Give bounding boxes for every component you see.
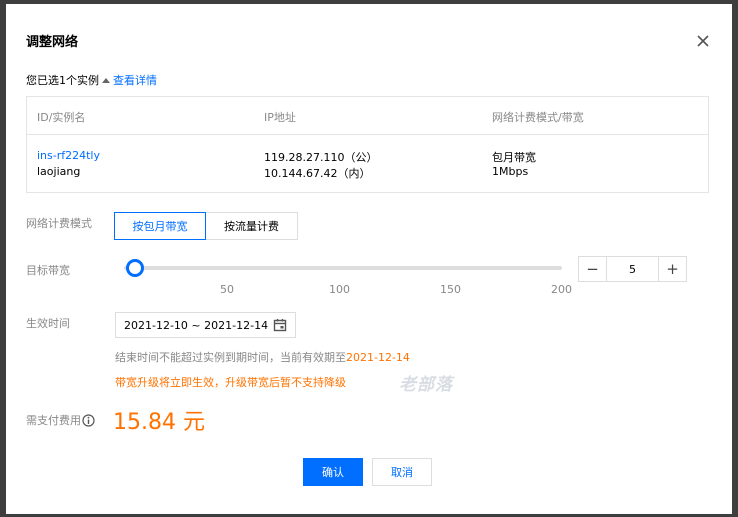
billing-mode-toggle: 按包月带宽 按流量计费 bbox=[114, 212, 298, 240]
private-ip: 10.144.67.42（内） bbox=[264, 167, 371, 180]
option-monthly-bandwidth[interactable]: 按包月带宽 bbox=[114, 212, 206, 240]
current-bandwidth: 1Mbps bbox=[492, 165, 529, 178]
increment-button[interactable]: + bbox=[659, 257, 686, 281]
slider-track[interactable] bbox=[124, 266, 562, 270]
fee-label: 需支付费用 bbox=[26, 412, 95, 428]
table-row: ins-rf224tly laojiang 119.28.27.110（公） 1… bbox=[27, 135, 708, 193]
table-header: ID/实例名 IP地址 网络计费模式/带宽 bbox=[27, 97, 708, 135]
expiry-note: 结束时间不能超过实例到期时间，当前有效期至2021-12-14 bbox=[115, 349, 410, 365]
dialog-title: 调整网络 bbox=[26, 35, 79, 50]
info-icon[interactable] bbox=[82, 413, 95, 427]
fee-label-text: 需支付费用 bbox=[26, 414, 81, 427]
expiry-date: 2021-12-14 bbox=[346, 351, 410, 364]
tick-200: 200 bbox=[551, 283, 572, 296]
bandwidth-slider[interactable] bbox=[124, 259, 562, 277]
decrement-button[interactable]: − bbox=[579, 257, 606, 281]
fee-amount: 15.84 元 bbox=[113, 410, 205, 435]
selected-count: 您已选1个实例 查看详情 bbox=[26, 72, 157, 88]
cancel-button[interactable]: 取消 bbox=[372, 458, 432, 486]
bandwidth-stepper: − 5 + bbox=[578, 256, 687, 282]
billing-mode-label: 网络计费模式 bbox=[26, 217, 92, 230]
billing-mode: 包月带宽 bbox=[492, 151, 536, 164]
effective-time-label: 生效时间 bbox=[26, 317, 70, 330]
tick-100: 100 bbox=[329, 283, 350, 296]
caret-up-icon bbox=[102, 78, 110, 83]
public-ip: 119.28.27.110（公） bbox=[264, 151, 378, 164]
watermark: 老部落 bbox=[399, 375, 453, 395]
date-range-value: 2021-12-10 ~ 2021-12-14 bbox=[124, 318, 269, 332]
instance-table: ID/实例名 IP地址 网络计费模式/带宽 ins-rf224tly laoji… bbox=[26, 96, 709, 193]
tick-50: 50 bbox=[220, 283, 234, 296]
expiry-note-text: 结束时间不能超过实例到期时间，当前有效期至 bbox=[115, 351, 346, 364]
adjust-network-dialog: 调整网络 您已选1个实例 查看详情 ID/实例名 IP地址 网络计费模式/带宽 i… bbox=[6, 4, 732, 514]
date-range-picker[interactable]: 2021-12-10 ~ 2021-12-14 bbox=[115, 312, 296, 338]
close-icon[interactable] bbox=[694, 32, 712, 50]
tick-150: 150 bbox=[440, 283, 461, 296]
header-billing: 网络计费模式/带宽 bbox=[492, 111, 584, 124]
slider-handle[interactable] bbox=[125, 259, 144, 277]
upgrade-warning: 带宽升级将立即生效，升级带宽后暂不支持降级 bbox=[115, 376, 346, 389]
header-id: ID/实例名 bbox=[37, 111, 86, 124]
instance-id-link[interactable]: ins-rf224tly bbox=[37, 149, 100, 162]
instance-name: laojiang bbox=[37, 165, 81, 178]
bandwidth-input[interactable]: 5 bbox=[606, 257, 659, 281]
option-traffic-billing[interactable]: 按流量计费 bbox=[206, 212, 298, 240]
target-bandwidth-label: 目标带宽 bbox=[26, 264, 70, 277]
view-details-link[interactable]: 查看详情 bbox=[113, 74, 157, 87]
confirm-button[interactable]: 确认 bbox=[303, 458, 363, 486]
selected-text: 您已选1个实例 bbox=[26, 74, 99, 87]
calendar-icon[interactable] bbox=[273, 318, 287, 332]
header-ip: IP地址 bbox=[264, 111, 296, 124]
